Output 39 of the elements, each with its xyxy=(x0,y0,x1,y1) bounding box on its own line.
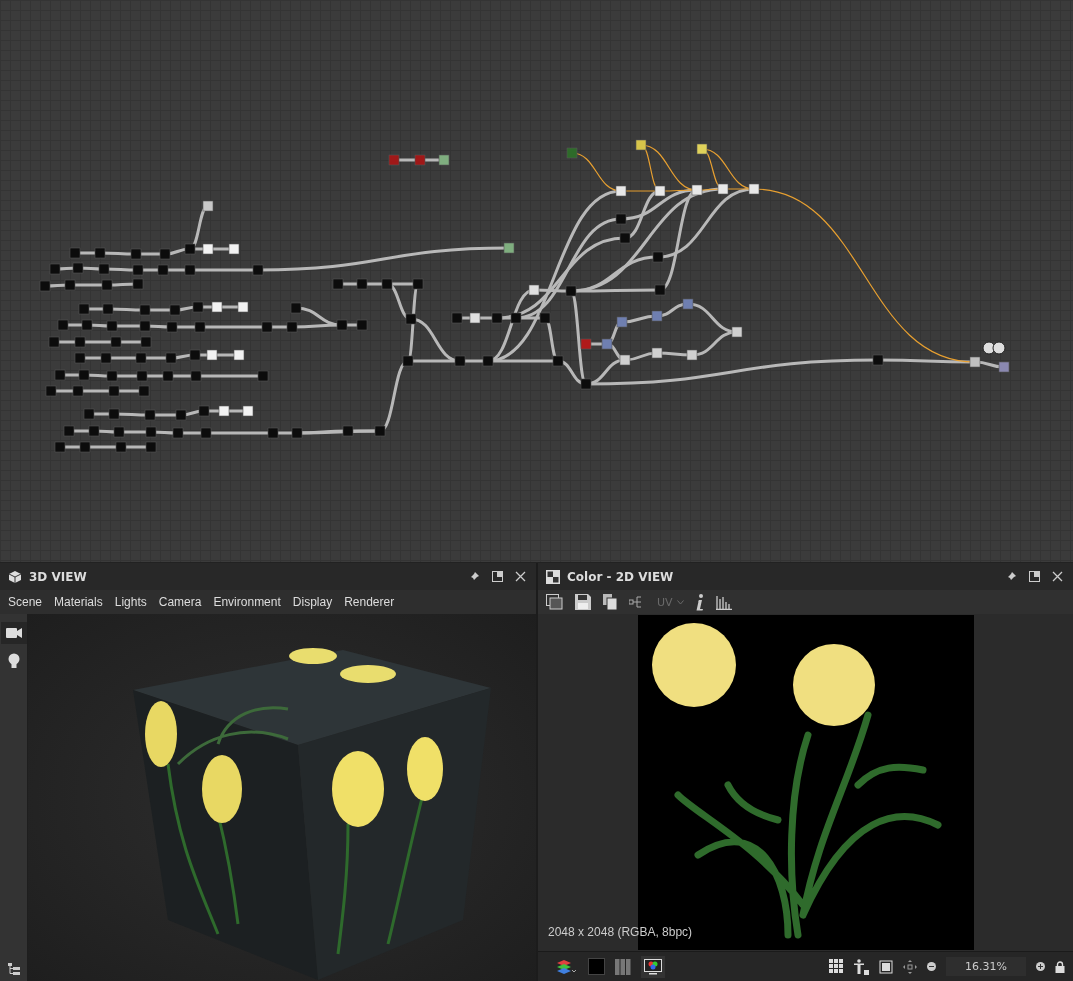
light-bulb-icon xyxy=(7,653,20,669)
caret-icon xyxy=(676,599,684,605)
layers-icon[interactable] xyxy=(556,958,578,975)
zoom-field[interactable]: 16.31% xyxy=(946,957,1026,976)
color-swatch[interactable] xyxy=(588,958,605,975)
person-icon[interactable] xyxy=(854,958,869,975)
menu-item[interactable]: Environment xyxy=(213,595,281,609)
zoom-in-icon[interactable] xyxy=(1036,962,1045,971)
menu-item[interactable]: Renderer xyxy=(344,595,395,609)
monitor-icon[interactable] xyxy=(641,955,665,978)
maximize-icon[interactable] xyxy=(1029,571,1040,582)
checker-icon xyxy=(546,569,560,584)
save-icon[interactable] xyxy=(575,594,591,610)
menu-item[interactable]: Lights xyxy=(114,595,147,609)
menu-item[interactable]: Display xyxy=(292,595,333,609)
image-info: 2048 x 2048 (RGBA, 8bpc) xyxy=(548,925,693,939)
pan-icon[interactable] xyxy=(903,959,917,974)
copy-image-icon[interactable] xyxy=(546,594,563,610)
zoom-out-icon[interactable] xyxy=(927,962,936,971)
lock-icon[interactable] xyxy=(1055,960,1065,973)
output-node-icon[interactable] xyxy=(982,341,1006,355)
maximize-icon[interactable] xyxy=(492,571,503,582)
channels-icon[interactable] xyxy=(615,958,631,975)
camera-icon xyxy=(5,627,22,639)
histogram-icon[interactable] xyxy=(715,594,732,610)
panel-title: 3D VIEW xyxy=(29,569,87,584)
fit-frame-icon[interactable] xyxy=(879,959,893,974)
panel-title: Color - 2D VIEW xyxy=(567,569,674,584)
menu-item[interactable]: Materials xyxy=(54,595,103,609)
menu-item[interactable]: Scene xyxy=(8,595,43,609)
info-icon[interactable] xyxy=(695,593,704,611)
close-icon[interactable] xyxy=(515,571,526,582)
hierarchy-icon[interactable] xyxy=(7,963,20,975)
tool-button[interactable] xyxy=(0,622,27,644)
grid-icon[interactable] xyxy=(829,959,844,974)
cube-icon xyxy=(8,569,22,584)
close-icon[interactable] xyxy=(1052,571,1063,582)
menu-item[interactable]: Camera xyxy=(158,595,202,609)
duplicate-icon[interactable] xyxy=(603,594,617,610)
